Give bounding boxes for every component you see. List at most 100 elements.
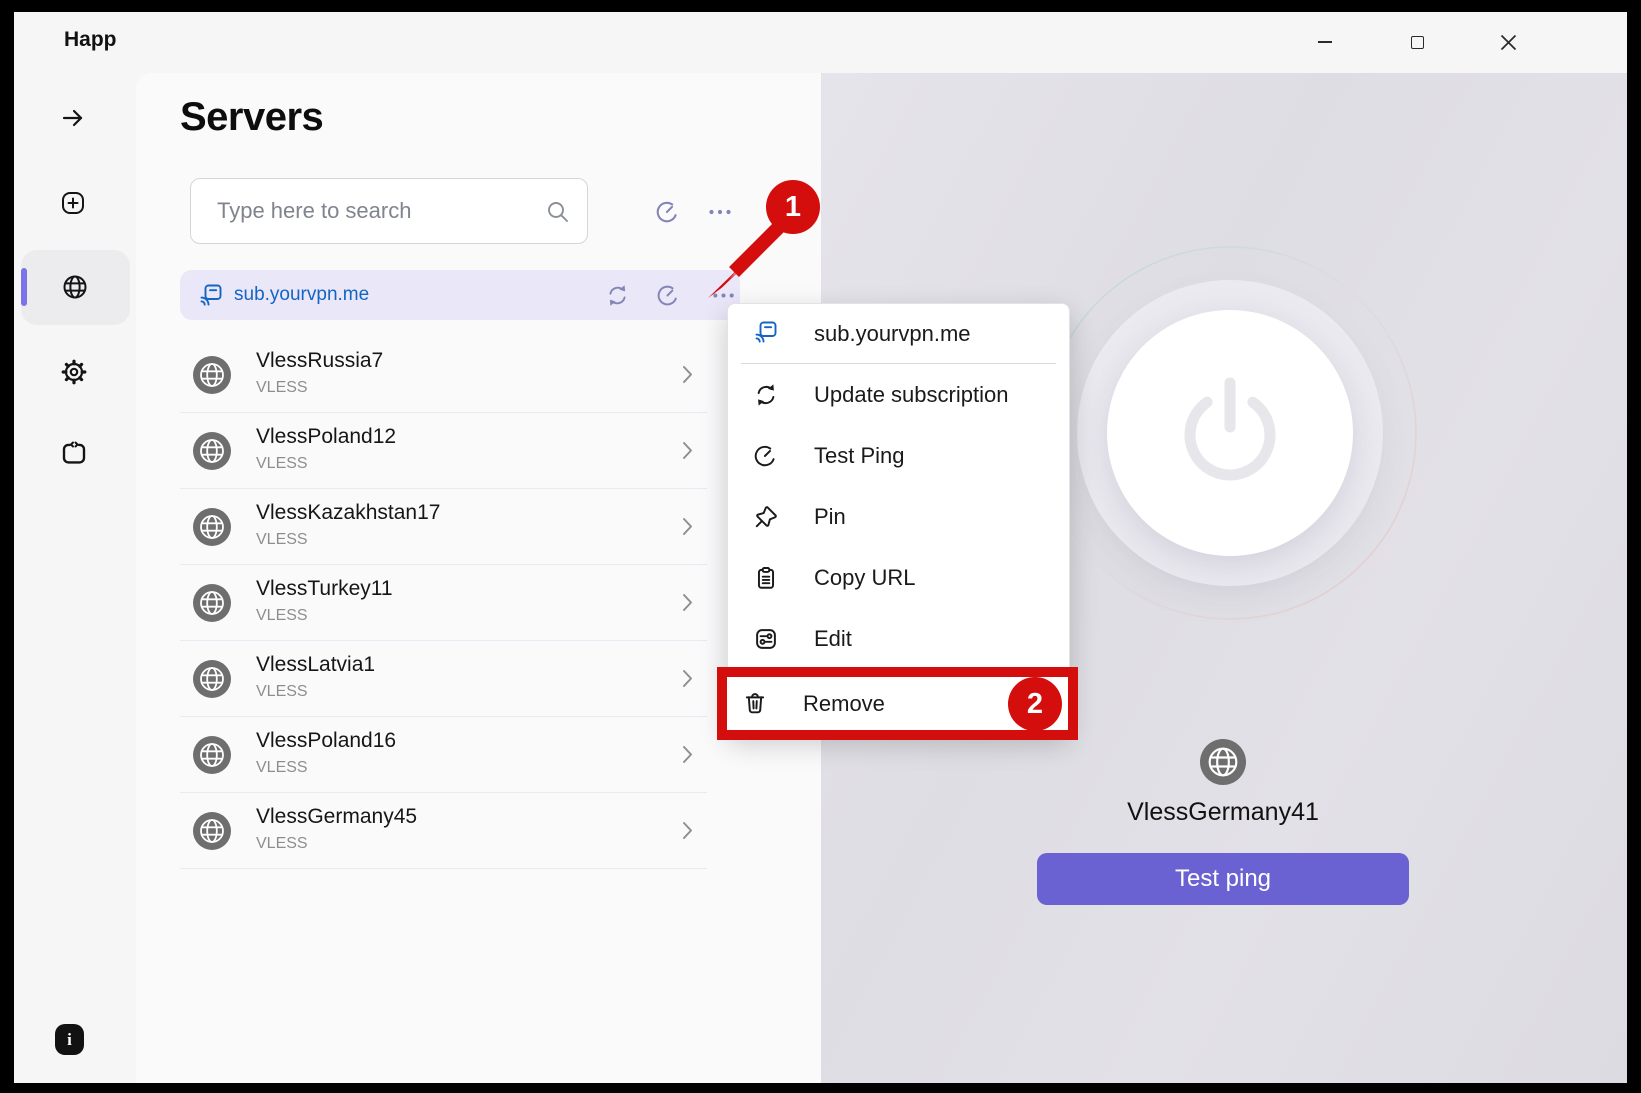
trash-icon [742, 690, 768, 716]
menu-item-label: Pin [814, 486, 846, 547]
app-title: Happ [64, 28, 117, 52]
context-menu-header: sub.yourvpn.me [728, 304, 1069, 363]
subscription-name: sub.yourvpn.me [234, 270, 369, 320]
sidebar-item-add-profile[interactable] [55, 185, 91, 221]
pin-icon [753, 504, 779, 530]
speedometer-icon [753, 443, 779, 469]
server-globe-icon [193, 660, 231, 698]
server-row[interactable]: VlessKazakhstan17 VLESS [180, 489, 707, 565]
test-ping-label: Test ping [1175, 865, 1271, 893]
minimize-button[interactable] [1302, 22, 1348, 62]
server-name: VlessGermany45 [256, 805, 417, 829]
update-subscription-button[interactable] [604, 282, 630, 308]
chevron-right-icon [682, 365, 693, 384]
sidebar-item-connect[interactable] [55, 100, 91, 136]
menu-item-test-ping[interactable]: Test Ping [728, 425, 1069, 486]
info-icon: i [67, 1030, 72, 1050]
globe-icon [60, 272, 90, 302]
server-globe-icon [193, 432, 231, 470]
search-input[interactable] [191, 179, 587, 243]
subscription-icon [198, 282, 224, 308]
chevron-right-icon [682, 441, 693, 460]
server-protocol: VLESS [256, 531, 308, 549]
server-globe-icon [193, 736, 231, 774]
menu-item-edit[interactable]: Edit [728, 608, 1069, 669]
server-protocol: VLESS [256, 759, 308, 777]
server-globe-icon [193, 812, 231, 850]
subscription-icon [753, 318, 779, 346]
clipboard-icon [753, 565, 779, 591]
subscription-row[interactable]: sub.yourvpn.me [180, 270, 740, 320]
test-ping-button[interactable]: Test ping [1037, 853, 1409, 905]
step-1-number: 1 [785, 191, 801, 224]
server-protocol: VLESS [256, 455, 308, 473]
minimize-icon [1318, 41, 1332, 43]
power-icon [1170, 373, 1290, 493]
search-box [190, 178, 588, 244]
menu-item-update-subscription[interactable]: Update subscription [728, 364, 1069, 425]
code-square-icon [59, 438, 89, 468]
search-icon [545, 199, 571, 225]
sync-icon [753, 382, 779, 408]
test-ping-subscription-button[interactable] [655, 282, 681, 308]
sidebar-item-settings[interactable] [56, 354, 92, 390]
app-window: Happ [14, 12, 1627, 1083]
server-name: VlessLatvia1 [256, 653, 375, 677]
maximize-icon [1411, 36, 1424, 49]
chevron-right-icon [682, 669, 693, 688]
server-protocol: VLESS [256, 379, 308, 397]
power-button[interactable] [1107, 310, 1353, 556]
close-button[interactable] [1485, 22, 1531, 62]
server-protocol: VLESS [256, 835, 308, 853]
gear-icon [59, 357, 89, 387]
speedometer-icon [656, 283, 681, 308]
server-globe-icon [193, 508, 231, 546]
server-row[interactable]: VlessTurkey11 VLESS [180, 565, 707, 641]
server-name: VlessRussia7 [256, 349, 383, 373]
sidebar-item-routing[interactable] [56, 435, 92, 471]
server-row[interactable]: VlessRussia7 VLESS [180, 337, 707, 413]
page-title: Servers [180, 95, 323, 140]
server-row[interactable]: VlessLatvia1 VLESS [180, 641, 707, 717]
server-protocol: VLESS [256, 607, 308, 625]
server-name: VlessPoland12 [256, 425, 396, 449]
server-globe-icon [193, 584, 231, 622]
menu-item-pin[interactable]: Pin [728, 486, 1069, 547]
close-icon [1500, 34, 1517, 51]
menu-item-label: Copy URL [814, 547, 915, 608]
server-list: VlessRussia7 VLESS VlessPoland12 VLESS [180, 337, 707, 869]
edit-options-icon [753, 626, 779, 652]
server-name: VlessKazakhstan17 [256, 501, 440, 525]
selected-server-name: VlessGermany41 [973, 795, 1473, 829]
menu-item-label: Remove [803, 677, 885, 730]
sidebar-accent-bar [21, 268, 27, 306]
server-row[interactable]: VlessPoland16 VLESS [180, 717, 707, 793]
chevron-right-icon [682, 593, 693, 612]
sidebar-item-servers[interactable] [57, 269, 93, 305]
context-menu-title: sub.yourvpn.me [814, 304, 971, 363]
sync-icon [605, 283, 630, 308]
chevron-right-icon [682, 821, 693, 840]
test-ping-all-button[interactable] [653, 197, 683, 227]
speedometer-icon [655, 199, 681, 225]
server-globe-icon [193, 356, 231, 394]
step-2-number: 2 [1027, 688, 1043, 721]
server-name: VlessPoland16 [256, 729, 396, 753]
maximize-button[interactable] [1394, 22, 1440, 62]
add-square-icon [58, 188, 88, 218]
arrow-right-icon [58, 103, 88, 133]
menu-item-label: Test Ping [814, 425, 905, 486]
menu-item-label: Update subscription [814, 364, 1008, 425]
chevron-right-icon [682, 517, 693, 536]
menu-item-label: Edit [814, 608, 852, 669]
server-protocol: VLESS [256, 683, 308, 701]
step-1-badge: 1 [766, 180, 820, 234]
menu-item-copy-url[interactable]: Copy URL [728, 547, 1069, 608]
sidebar-item-info[interactable]: i [55, 1024, 84, 1055]
server-name: VlessTurkey11 [256, 577, 393, 601]
chevron-right-icon [682, 745, 693, 764]
server-row[interactable]: VlessGermany45 VLESS [180, 793, 707, 869]
step-2-badge: 2 [1008, 677, 1062, 731]
selected-server-globe-icon [1200, 739, 1246, 785]
server-row[interactable]: VlessPoland12 VLESS [180, 413, 707, 489]
